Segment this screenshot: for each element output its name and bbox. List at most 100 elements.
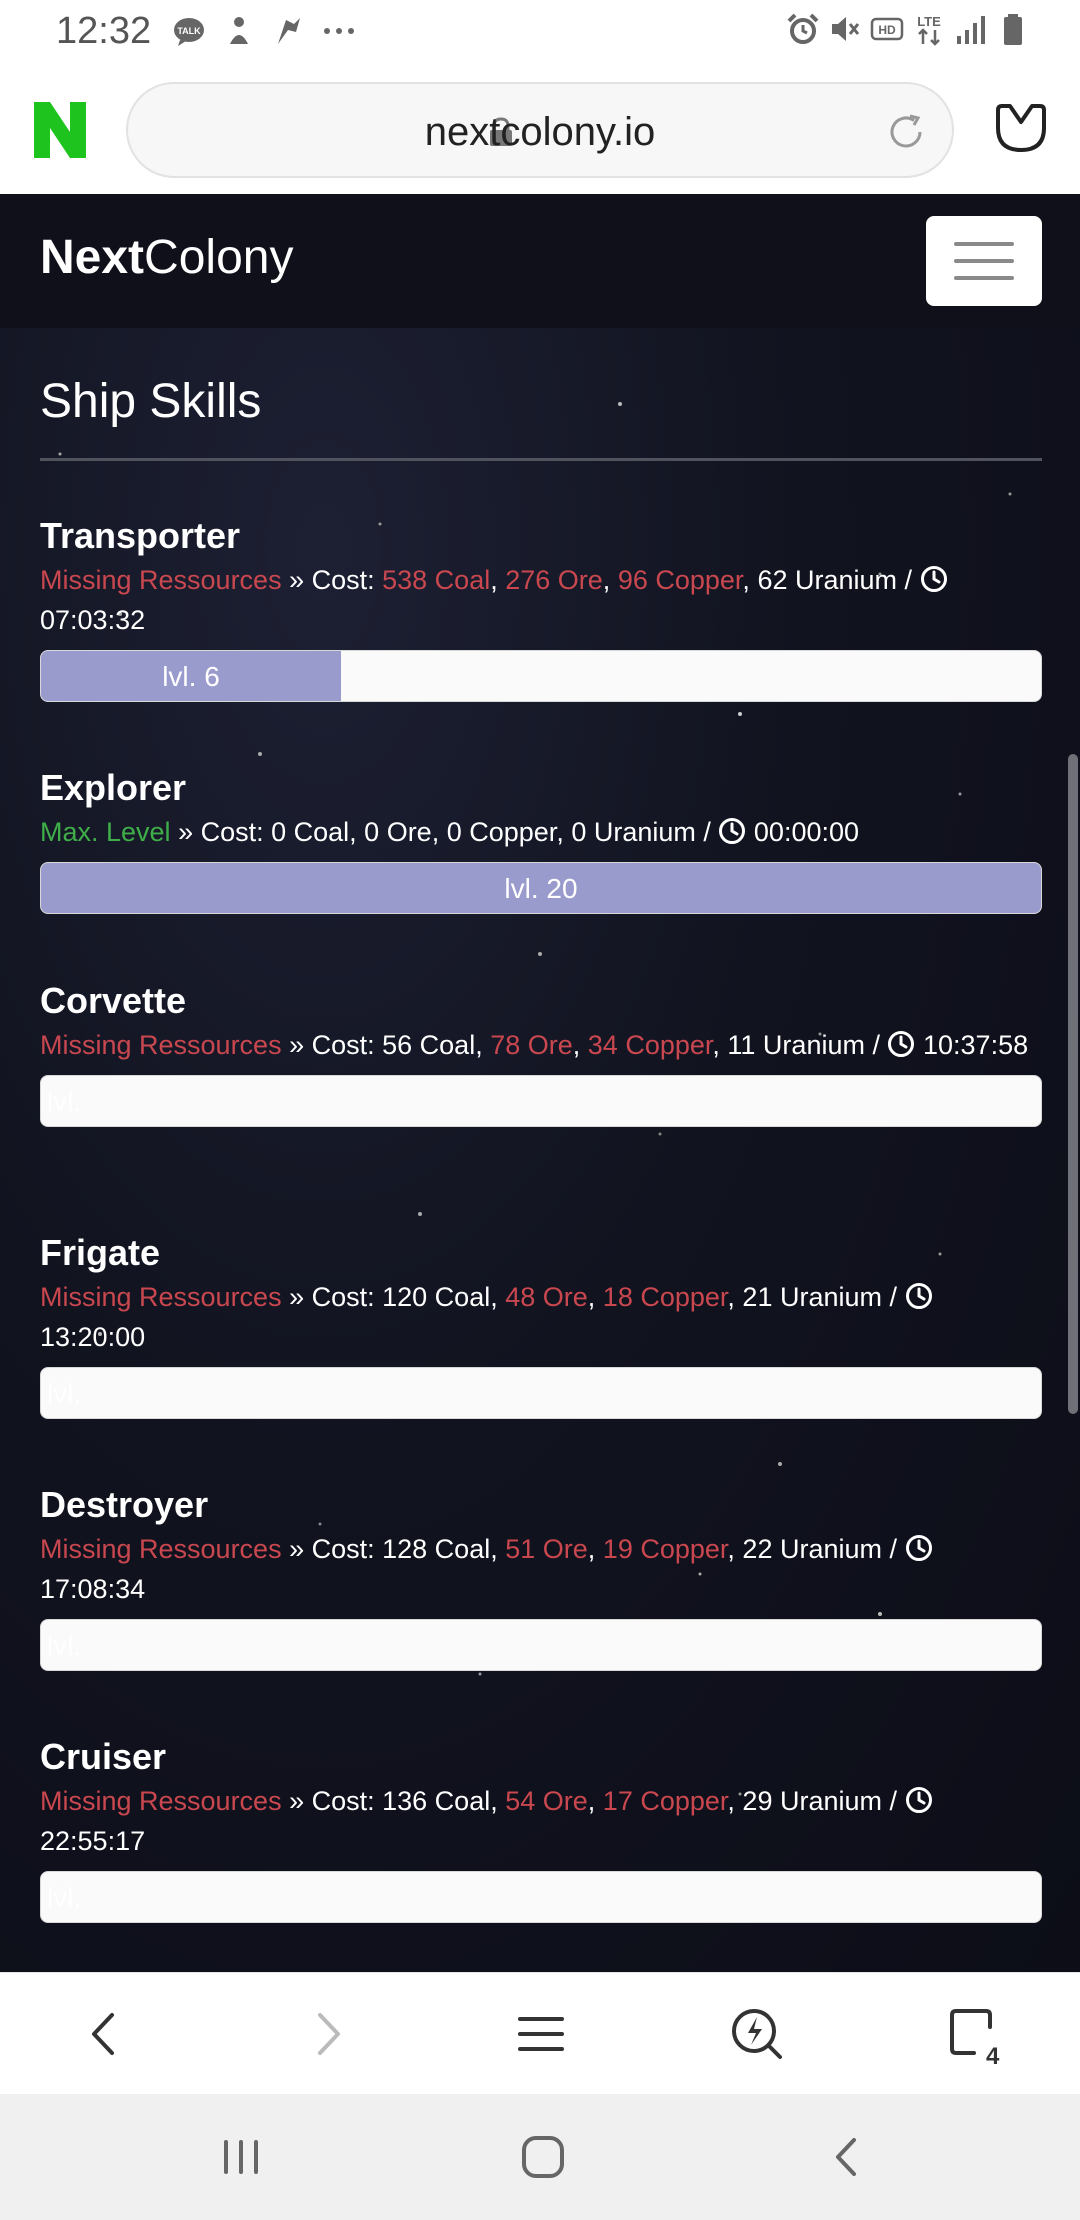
menu-icon[interactable]	[508, 2001, 574, 2067]
menu-toggle-button[interactable]	[926, 216, 1042, 306]
skill-progress-bar[interactable]: lvl.	[40, 1367, 1042, 1419]
skill-status: Missing Ressources	[40, 1282, 282, 1312]
system-navigation-bar	[0, 2094, 1080, 2220]
recent-apps-icon[interactable]	[216, 2134, 266, 2180]
cost-copper: 0 Copper	[446, 817, 557, 847]
menu-icon-line	[954, 259, 1014, 263]
skill-level-label: lvl.	[47, 1086, 82, 1117]
skill-cost: Missing Ressources » Cost: 136 Coal, 54 …	[40, 1781, 1042, 1861]
browser-bottom-toolbar: 4	[0, 1972, 1080, 2094]
cost-copper: 18 Copper	[602, 1282, 728, 1312]
cost-coal: 0 Coal	[271, 817, 350, 847]
clock-icon	[905, 1785, 933, 1813]
cost-label: » Cost:	[281, 1030, 383, 1060]
cost-coal: 120 Coal	[382, 1282, 491, 1312]
skill-cost: Missing Ressources » Cost: 56 Coal, 78 O…	[40, 1029, 1029, 1060]
naver-logo-icon[interactable]	[34, 102, 86, 158]
cost-coal: 56 Coal	[382, 1030, 476, 1060]
cost-ore: 0 Ore	[364, 817, 432, 847]
talk-icon: TALK	[174, 18, 204, 46]
pocket-icon[interactable]	[994, 102, 1048, 156]
cost-uranium: 22 Uranium	[742, 1534, 882, 1564]
skill-time: 17:08:34	[40, 1574, 146, 1604]
page-scrollbar[interactable]	[1068, 754, 1078, 1414]
quick-search-icon[interactable]	[724, 2001, 790, 2067]
cost-uranium: 62 Uranium	[757, 565, 897, 595]
cost-ore: 51 Ore	[505, 1534, 588, 1564]
cost-label: » Cost:	[281, 1534, 383, 1564]
cost-copper: 96 Copper	[617, 565, 743, 595]
cost-ore: 78 Ore	[490, 1030, 573, 1060]
home-icon[interactable]	[518, 2134, 568, 2180]
skill-progress-bar[interactable]: lvl.	[40, 1871, 1042, 1923]
skill-destroyer: Destroyer Missing Ressources » Cost: 128 …	[40, 1483, 1042, 1671]
skill-cost: Max. Level » Cost: 0 Coal, 0 Ore, 0 Copp…	[40, 816, 860, 847]
skill-status: Missing Ressources	[40, 1030, 282, 1060]
cost-coal: 136 Coal	[382, 1786, 491, 1816]
title-divider	[40, 458, 1042, 461]
skill-transporter: Transporter Missing Ressources » Cost: 53…	[40, 514, 1042, 702]
menu-icon-line	[954, 276, 1014, 280]
menu-icon-line	[954, 242, 1014, 246]
system-back-icon[interactable]	[822, 2134, 872, 2180]
skill-progress-bar[interactable]: lvl. 20	[40, 862, 1042, 914]
clock-icon	[920, 564, 948, 592]
battery-icon	[1004, 14, 1022, 45]
skill-corvette: Corvette Missing Ressources » Cost: 56 Co…	[40, 979, 1042, 1127]
skill-time: 13:20:00	[40, 1322, 146, 1352]
hd-icon: HD	[870, 17, 904, 41]
tab-count: 4	[986, 2043, 1000, 2070]
reload-icon[interactable]	[884, 110, 928, 154]
site-logo[interactable]: NextColony	[40, 230, 293, 285]
clock-icon	[887, 1029, 915, 1057]
cost-ore: 276 Ore	[505, 565, 603, 595]
svg-text:LTE: LTE	[917, 14, 941, 29]
skill-progress-bar[interactable]: lvl.	[40, 1075, 1042, 1127]
cost-uranium: 29 Uranium	[742, 1786, 882, 1816]
skill-cruiser: Cruiser Missing Ressources » Cost: 136 Co…	[40, 1735, 1042, 1923]
cost-coal: 128 Coal	[382, 1534, 491, 1564]
skill-level-label: lvl. 6	[162, 661, 220, 692]
skill-progress-bar[interactable]: lvl. 6	[40, 650, 1042, 702]
skill-status: Missing Ressources	[40, 565, 282, 595]
clock-icon	[718, 816, 746, 844]
lte-icon: LTE	[917, 14, 941, 46]
skill-name: Corvette	[40, 980, 187, 1021]
skill-status: Missing Ressources	[40, 1786, 282, 1816]
cost-coal: 538 Coal	[382, 565, 491, 595]
address-bar[interactable]: nextcolony.io	[126, 82, 954, 178]
cost-uranium: 11 Uranium	[727, 1030, 865, 1060]
notification-icon	[278, 18, 300, 44]
url-text: nextcolony.io	[424, 110, 656, 154]
forward-icon[interactable]	[294, 2001, 360, 2067]
skill-progress-bar[interactable]: lvl.	[40, 1619, 1042, 1671]
mute-icon	[832, 17, 860, 41]
clock-icon	[905, 1281, 933, 1309]
skill-name: Destroyer	[40, 1484, 209, 1525]
skill-level-label: lvl. 20	[504, 873, 578, 904]
skill-cost: Missing Ressources » Cost: 538 Coal, 276…	[40, 560, 1042, 640]
notification-icon	[230, 17, 248, 44]
alarm-icon	[787, 13, 819, 44]
status-right-icons: HD LTE	[786, 12, 1030, 46]
skill-name: Transporter	[40, 515, 241, 556]
cost-label: » Cost:	[170, 817, 272, 847]
skill-time: 00:00:00	[753, 817, 860, 847]
status-time: 12:32	[56, 10, 152, 52]
brand-bold: Next	[40, 231, 145, 284]
browser-toolbar: nextcolony.io	[0, 66, 1080, 194]
skill-time: 22:55:17	[40, 1826, 146, 1856]
svg-text:TALK: TALK	[177, 26, 201, 36]
web-page: NextColony Ship Skills Transporter Missin…	[0, 194, 1080, 1972]
back-icon[interactable]	[72, 2001, 138, 2067]
svg-text:HD: HD	[878, 23, 896, 37]
cost-copper: 17 Copper	[602, 1786, 728, 1816]
status-left-icons: TALK	[172, 14, 356, 48]
site-navbar: NextColony	[0, 194, 1080, 328]
skill-level-label: lvl.	[47, 1630, 82, 1661]
cost-ore: 54 Ore	[505, 1786, 588, 1816]
brand-regular: Colony	[144, 231, 294, 284]
skill-explorer: Explorer Max. Level » Cost: 0 Coal, 0 Ore…	[40, 766, 1042, 914]
skill-name: Explorer	[40, 767, 187, 808]
cost-copper: 19 Copper	[602, 1534, 728, 1564]
